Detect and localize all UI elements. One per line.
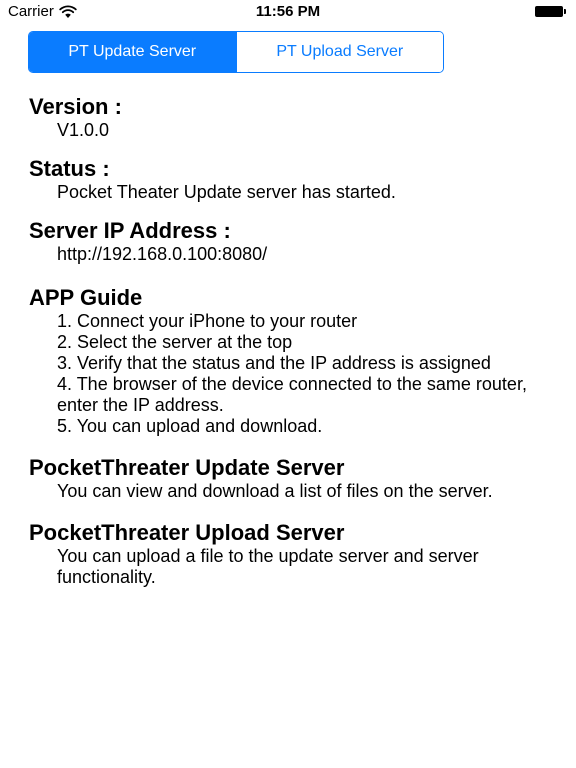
version-section: Version : V1.0.0 — [29, 94, 559, 141]
ip-value: http://192.168.0.100:8080/ — [57, 244, 268, 264]
status-value: Pocket Theater Update server has started… — [57, 182, 396, 202]
battery-icon — [535, 6, 566, 17]
upload-server-section: PocketThreater Upload Server You can upl… — [29, 520, 559, 588]
ip-section: Server IP Address : http://192.168.0.100… — [29, 218, 559, 265]
clock: 11:56 PM — [255, 3, 321, 20]
upload-server-text: You can upload a file to the update serv… — [57, 546, 479, 587]
version-heading: Version : — [29, 94, 122, 119]
status-section: Status : Pocket Theater Update server ha… — [29, 156, 559, 203]
update-server-section: PocketThreater Update Server You can vie… — [29, 455, 559, 502]
guide-section: APP Guide 1. Connect your iPhone to your… — [29, 285, 559, 437]
server-segmented-control: PT Update Server PT Upload Server — [28, 31, 444, 73]
update-server-heading: PocketThreater Update Server — [29, 455, 345, 480]
guide-step: 2. Select the server at the top — [57, 332, 293, 352]
status-heading: Status : — [29, 156, 110, 181]
segment-pt-update-server[interactable]: PT Update Server — [29, 32, 236, 72]
status-bar: Carrier 11:56 PM — [0, 0, 576, 26]
segment-pt-upload-server[interactable]: PT Upload Server — [235, 32, 443, 72]
info-content: Version : V1.0.0 Status : Pocket Theater… — [29, 94, 559, 600]
update-server-text: You can view and download a list of file… — [57, 481, 493, 501]
ip-heading: Server IP Address : — [29, 218, 231, 243]
guide-step: 4. The browser of the device connected t… — [57, 374, 527, 415]
guide-step: 5. You can upload and download. — [57, 416, 323, 436]
upload-server-heading: PocketThreater Upload Server — [29, 520, 345, 545]
version-value: V1.0.0 — [57, 120, 110, 140]
guide-step: 1. Connect your iPhone to your router — [57, 311, 358, 331]
guide-heading: APP Guide — [29, 285, 143, 310]
guide-step: 3. Verify that the status and the IP add… — [57, 353, 491, 373]
